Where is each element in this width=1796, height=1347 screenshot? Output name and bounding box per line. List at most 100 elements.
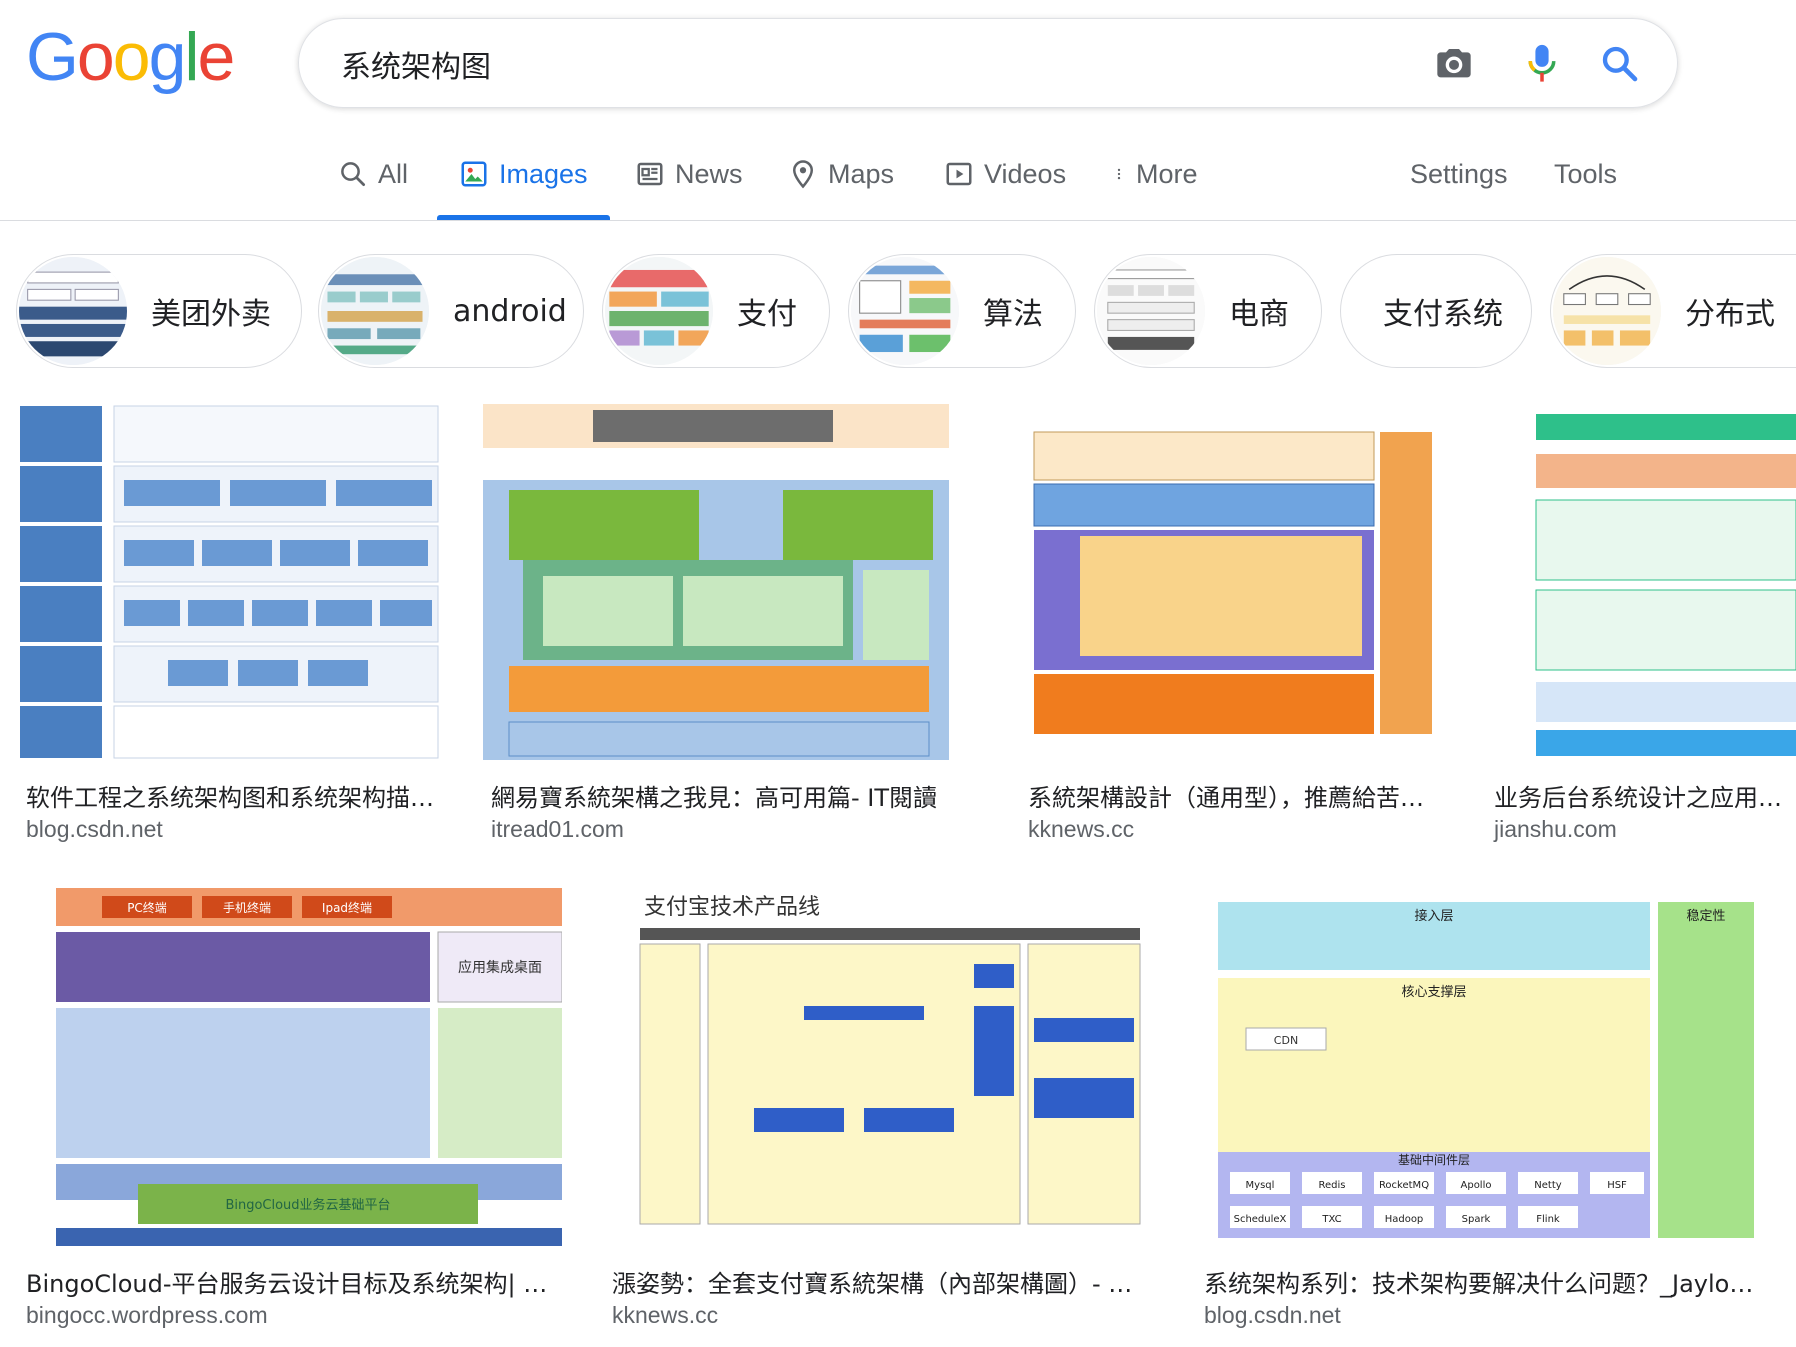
image-result[interactable]: 支付宝技术产品线 漲姿勢：全套支付寶系統架構（內部架構圖）- 每日頭條 kkne… [604, 888, 1156, 1338]
result-thumbnail[interactable] [1020, 404, 1444, 760]
image-text: 核心支撑层 [1401, 985, 1466, 1000]
result-thumbnail[interactable] [18, 404, 442, 760]
tab-settings[interactable]: Settings [1410, 150, 1508, 198]
result-thumbnail[interactable] [1486, 404, 1796, 760]
image-result[interactable]: 系統架構設計（通用型），推薦給苦惱的你 kknews.cc [1020, 404, 1444, 854]
image-text: BingoCloud业务云基础平台 [225, 1197, 390, 1213]
tab-videos[interactable]: Videos [944, 150, 1066, 198]
chip-thumbnail [1097, 257, 1205, 365]
image-text: PC终端 [127, 900, 167, 915]
result-site[interactable]: jianshu.com [1494, 816, 1617, 843]
tab-label: Images [499, 158, 588, 189]
result-site[interactable]: itread01.com [491, 816, 624, 843]
image-text: Spark [1462, 1214, 1491, 1225]
search-icon[interactable] [1597, 41, 1643, 87]
tab-maps[interactable]: Maps [788, 150, 894, 198]
image-text: HSF [1607, 1180, 1627, 1191]
tab-label: Videos [984, 158, 1067, 189]
result-title[interactable]: 业务后台系统设计之应用架构 [1494, 778, 1794, 813]
image-text: Apollo [1461, 1180, 1492, 1191]
logo-letter: o [112, 19, 151, 95]
tab-all[interactable]: All [338, 150, 408, 198]
news-icon [637, 162, 663, 186]
tab-label: Tools [1554, 158, 1618, 189]
image-text: 接入层 [1414, 908, 1453, 924]
chip-label: 支付 [737, 297, 797, 332]
mic-icon[interactable] [1519, 41, 1565, 87]
result-site[interactable]: blog.csdn.net [1204, 1302, 1341, 1329]
logo-letter: G [26, 19, 79, 95]
result-title[interactable]: BingoCloud-平台服务云设计目标及系统架构| 品高 [26, 1264, 562, 1299]
result-title[interactable]: 软件工程之系统架构图和系统架构描述方法 [26, 778, 442, 813]
logo-letter: l [184, 19, 199, 95]
video-icon [946, 162, 972, 186]
tab-label: News [675, 158, 743, 189]
chip-thumbnail [1553, 257, 1661, 365]
logo-letter: e [197, 19, 236, 95]
image-text: Mysql [1246, 1180, 1275, 1191]
result-thumbnail[interactable]: PC终端 手机终端 Ipad终端 应用集成桌面 BingoCloud业务云基础平… [18, 888, 562, 1246]
image-result[interactable]: PC终端 手机终端 Ipad终端 应用集成桌面 BingoCloud业务云基础平… [18, 888, 562, 1338]
image-text: 应用集成桌面 [458, 959, 542, 976]
google-logo[interactable]: Google [26, 19, 236, 95]
result-thumbnail[interactable] [483, 404, 979, 760]
related-search-chips: 美团外卖 android 支付 算法 电商 支付系统 分布式 [16, 254, 1796, 372]
chip[interactable]: android [318, 254, 584, 368]
image-text: Hadoop [1385, 1214, 1424, 1225]
chip[interactable]: 支付 [602, 254, 830, 368]
tab-label: More [1136, 158, 1198, 189]
search-tabs: All Images News Maps Videos More Setting… [0, 128, 1796, 221]
image-result[interactable]: 接入层 稳定性 核心支撑层 CDN 基础中间件层 Mysql Redis Roc… [1196, 888, 1772, 1338]
image-text: ScheduleX [1234, 1214, 1287, 1225]
image-result[interactable]: 软件工程之系统架构图和系统架构描述方法 blog.csdn.net [18, 404, 442, 854]
chip-thumbnail [851, 257, 959, 365]
logo-letter: o [76, 19, 115, 95]
tab-tools[interactable]: Tools [1554, 150, 1617, 198]
image-text: 手机终端 [223, 900, 271, 915]
image-text: 支付宝技术产品线 [644, 895, 820, 920]
chip[interactable]: 分布式 [1550, 254, 1796, 368]
logo-letter: g [148, 19, 187, 95]
image-text: Ipad终端 [322, 900, 372, 915]
tab-images[interactable]: Images [437, 150, 610, 220]
chip-thumbnail [19, 257, 127, 365]
result-site[interactable]: kknews.cc [612, 1302, 718, 1329]
result-site[interactable]: blog.csdn.net [26, 816, 163, 843]
chip-label: 分布式 [1685, 297, 1775, 332]
image-result[interactable]: 业务后台系统设计之应用架构 jianshu.com [1486, 404, 1796, 854]
image-text: 稳定性 [1686, 908, 1725, 924]
chip[interactable]: 算法 [848, 254, 1076, 368]
search-input[interactable] [339, 37, 1343, 91]
result-site[interactable]: bingocc.wordpress.com [26, 1302, 268, 1329]
chip-label: 支付系统 [1383, 297, 1503, 332]
result-title[interactable]: 網易寶系統架構之我見：高可用篇- IT閱讀 [491, 778, 979, 813]
chip-label: 算法 [983, 297, 1043, 332]
result-title[interactable]: 系統架構設計（通用型），推薦給苦惱的你 [1028, 778, 1444, 813]
tab-label: Maps [828, 158, 895, 189]
tab-label: All [378, 158, 409, 189]
image-result[interactable]: 網易寶系統架構之我見：高可用篇- IT閱讀 itread01.com [483, 404, 979, 854]
chip-label: android [453, 293, 567, 329]
camera-icon[interactable] [1431, 41, 1477, 87]
image-text: Flink [1536, 1214, 1560, 1225]
result-thumbnail[interactable]: 支付宝技术产品线 [604, 888, 1156, 1246]
chip[interactable]: 电商 [1094, 254, 1322, 368]
more-vert-icon [1117, 168, 1121, 180]
chip[interactable]: 美团外卖 [16, 254, 302, 368]
result-title[interactable]: 漲姿勢：全套支付寶系統架構（內部架構圖）- 每日頭條 [612, 1264, 1156, 1299]
tab-label: Settings [1410, 158, 1508, 189]
tab-more[interactable]: More [1112, 150, 1198, 198]
chip-label: 电商 [1229, 297, 1289, 332]
result-title[interactable]: 系统架构系列：技术架构要解决什么问题？_Jaylon的博客 [1204, 1264, 1764, 1299]
tab-news[interactable]: News [635, 150, 743, 198]
result-site[interactable]: kknews.cc [1028, 816, 1134, 843]
search-icon [341, 162, 365, 186]
chip[interactable]: 支付系统 [1340, 254, 1532, 368]
image-text: 基础中间件层 [1398, 1152, 1470, 1167]
map-pin-icon [792, 160, 814, 189]
chip-thumbnail [605, 257, 713, 365]
result-thumbnail[interactable]: 接入层 稳定性 核心支撑层 CDN 基础中间件层 Mysql Redis Roc… [1196, 888, 1772, 1246]
image-icon [461, 161, 487, 187]
image-text: Netty [1534, 1180, 1561, 1191]
search-box [298, 18, 1678, 108]
